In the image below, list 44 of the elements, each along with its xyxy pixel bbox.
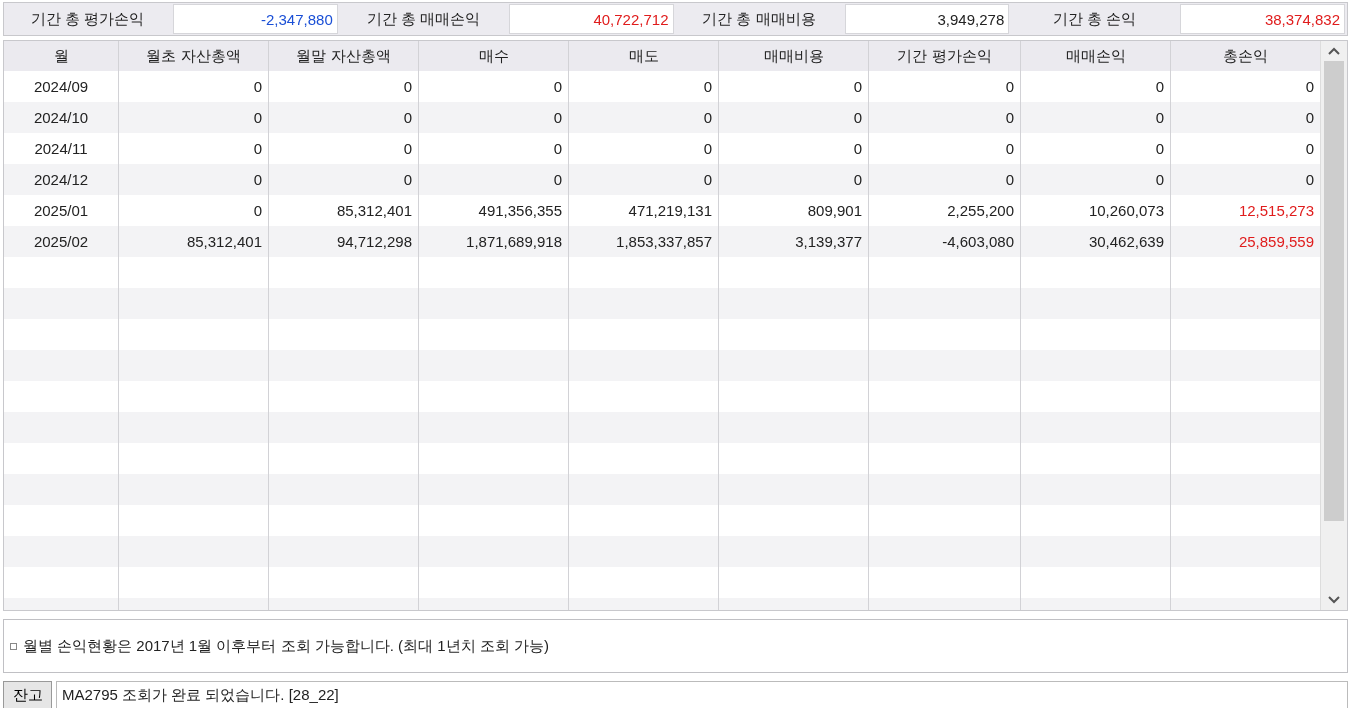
- table-cell: 0: [1021, 102, 1171, 133]
- scroll-down-icon[interactable]: [1328, 596, 1340, 604]
- table-cell: 1,853,337,857: [569, 226, 719, 257]
- table-cell: 0: [269, 102, 419, 133]
- table-cell: 0: [419, 164, 569, 195]
- scrollbar-thumb[interactable]: [1324, 61, 1344, 521]
- table-cell: 2024/10: [4, 102, 119, 133]
- column-header: 월초 자산총액: [119, 41, 269, 71]
- table-cell: 0: [719, 102, 869, 133]
- table-cell: 3,139,377: [719, 226, 869, 257]
- scroll-up-icon[interactable]: [1328, 47, 1340, 55]
- table-cell: 0: [869, 102, 1021, 133]
- table-cell: 85,312,401: [119, 226, 269, 257]
- balance-button[interactable]: 잔고: [3, 681, 52, 708]
- scrollbar[interactable]: [1320, 41, 1347, 610]
- column-header: 매매비용: [719, 41, 869, 71]
- table-cell: 0: [569, 164, 719, 195]
- bullet-icon: [10, 642, 17, 650]
- table-cell: -4,603,080: [869, 226, 1021, 257]
- status-message: MA2795 조회가 완료 되었습니다. [28_22]: [56, 681, 1348, 708]
- table-cell: 0: [1021, 164, 1171, 195]
- column-header: 월말 자산총액: [269, 41, 419, 71]
- table-cell: 30,462,639: [1021, 226, 1171, 257]
- column-header: 매매손익: [1021, 41, 1171, 71]
- table-cell: 94,712,298: [269, 226, 419, 257]
- table-cell: 2024/12: [4, 164, 119, 195]
- column-header: 월: [4, 41, 119, 71]
- table-cell: 1,871,689,918: [419, 226, 569, 257]
- table-cell: 0: [119, 164, 269, 195]
- summary-value: 40,722,712: [508, 4, 674, 34]
- column-header: 기간 평가손익: [869, 41, 1021, 71]
- summary-value: 3,949,278: [844, 4, 1010, 34]
- table-cell: 0: [119, 102, 269, 133]
- table-cell: 0: [419, 102, 569, 133]
- column-header: 매도: [569, 41, 719, 71]
- table-cell: 2025/02: [4, 226, 119, 257]
- table-cell: 0: [569, 102, 719, 133]
- summary-value: 38,374,832: [1180, 4, 1345, 34]
- table-cell: 0: [269, 164, 419, 195]
- column-header: 매수: [419, 41, 569, 71]
- table-cell: 0: [869, 164, 1021, 195]
- table-cell: 0: [719, 164, 869, 195]
- notice-text: 월별 손익현황은 2017년 1월 이후부터 조회 가능합니다. (최대 1년치 조회 가능): [23, 636, 549, 656]
- summary-value: -2,347,880: [173, 4, 338, 34]
